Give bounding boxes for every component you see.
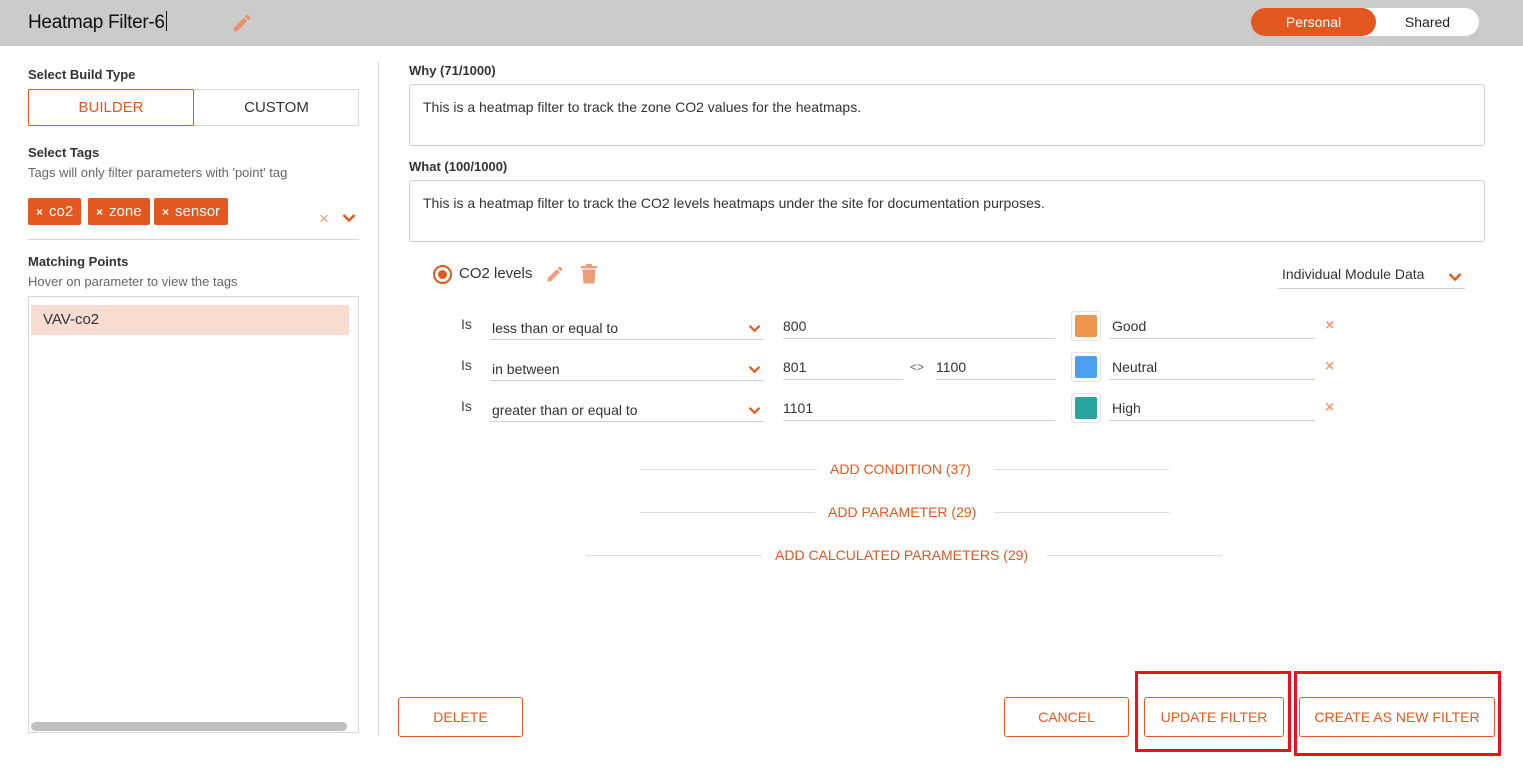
condition-operator-value: in between: [492, 361, 560, 377]
color-swatch: [1075, 315, 1097, 337]
data-source-select[interactable]: Individual Module Data: [1278, 263, 1465, 289]
select-tags-label: Select Tags: [28, 145, 100, 160]
condition-operator-select[interactable]: greater than or equal to: [490, 394, 764, 422]
what-label: What (100/1000): [409, 159, 508, 174]
text-caret: [165, 11, 167, 31]
build-type-segmented: BUILDER CUSTOM: [28, 89, 359, 126]
chevron-down-icon: [748, 407, 761, 415]
parameter-name: CO2 levels: [459, 265, 533, 282]
color-picker[interactable]: [1071, 352, 1101, 382]
filter-title[interactable]: Heatmap Filter-6: [28, 11, 167, 34]
condition-value-input[interactable]: 800: [783, 311, 1055, 339]
divider-line: [1047, 555, 1222, 556]
why-label: Why (71/1000): [409, 63, 496, 78]
condition-label-input[interactable]: Neutral: [1110, 352, 1315, 380]
data-source-value: Individual Module Data: [1282, 266, 1425, 282]
select-tags-hint: Tags will only filter parameters with 'p…: [28, 165, 288, 180]
color-picker[interactable]: [1071, 393, 1101, 423]
pencil-icon[interactable]: [545, 264, 565, 284]
condition-is-label: Is: [461, 357, 472, 373]
toggle-shared-option[interactable]: Shared: [1376, 8, 1479, 36]
condition-operator-value: less than or equal to: [492, 320, 619, 336]
clear-tags-icon[interactable]: ×: [319, 209, 329, 229]
add-parameter-link[interactable]: ADD PARAMETER (29): [828, 504, 976, 520]
close-icon[interactable]: ×: [1325, 317, 1334, 335]
condition-max-input[interactable]: 1100: [936, 352, 1056, 380]
build-type-label: Select Build Type: [28, 67, 136, 82]
tag-chip-label: zone: [109, 203, 142, 220]
divider-line: [641, 469, 817, 470]
condition-min-input[interactable]: 801: [783, 352, 903, 380]
condition-is-label: Is: [461, 398, 472, 414]
list-item[interactable]: VAV-co2: [31, 305, 349, 335]
condition-operator-select[interactable]: in between: [490, 353, 764, 381]
highlight-box-update: [1135, 671, 1291, 752]
panel-divider: [378, 62, 379, 736]
color-swatch: [1075, 356, 1097, 378]
cancel-button[interactable]: CANCEL: [1004, 697, 1129, 737]
trash-icon[interactable]: [580, 264, 598, 284]
divider-line: [994, 469, 1169, 470]
toggle-personal-option[interactable]: Personal: [1251, 8, 1376, 36]
divider-line: [640, 512, 815, 513]
chevron-down-icon: [748, 366, 761, 374]
color-picker[interactable]: [1071, 311, 1101, 341]
tag-remove-icon[interactable]: ×: [96, 205, 103, 219]
condition-operator-value: greater than or equal to: [492, 402, 638, 418]
add-condition-link[interactable]: ADD CONDITION (37): [830, 461, 971, 477]
condition-operator-select[interactable]: less than or equal to: [490, 312, 764, 340]
what-textarea[interactable]: This is a heatmap filter to track the CO…: [409, 180, 1485, 242]
delete-button[interactable]: DELETE: [398, 697, 523, 737]
builder-option-button[interactable]: BUILDER: [28, 89, 194, 126]
filter-title-text[interactable]: Heatmap Filter-6: [28, 12, 165, 33]
close-icon[interactable]: ×: [1325, 358, 1334, 376]
color-swatch: [1075, 397, 1097, 419]
custom-option-button[interactable]: CUSTOM: [194, 90, 359, 125]
chevron-down-icon: [1448, 273, 1462, 282]
parameter-radio[interactable]: [433, 265, 452, 284]
pencil-icon[interactable]: [231, 12, 253, 34]
condition-is-label: Is: [461, 316, 472, 332]
horizontal-scrollbar[interactable]: [31, 722, 347, 731]
tag-chip-label: co2: [49, 203, 74, 220]
close-icon[interactable]: ×: [1325, 399, 1334, 417]
tag-chip-label: sensor: [175, 203, 221, 220]
tag-chip-sensor: × sensor: [154, 198, 229, 225]
range-separator: <>: [910, 360, 925, 374]
tags-input-underline: [28, 239, 359, 240]
visibility-toggle: Personal Shared: [1251, 8, 1479, 36]
tag-chip-co2: × co2: [28, 198, 82, 225]
tag-remove-icon[interactable]: ×: [162, 205, 169, 219]
condition-label-input[interactable]: Good: [1110, 311, 1315, 339]
matching-points-hint: Hover on parameter to view the tags: [28, 274, 238, 289]
chevron-down-icon: [748, 325, 761, 333]
tag-remove-icon[interactable]: ×: [36, 205, 43, 219]
chevron-down-icon[interactable]: [342, 213, 356, 223]
why-textarea[interactable]: This is a heatmap filter to track the zo…: [409, 84, 1485, 146]
matching-points-label: Matching Points: [28, 254, 129, 269]
tag-chip-zone: × zone: [88, 198, 150, 225]
divider-line: [994, 512, 1169, 513]
matching-points-list: VAV-co2: [28, 296, 359, 733]
header-bar: Heatmap Filter-6 Personal Shared: [0, 0, 1523, 46]
add-calculated-parameters-link[interactable]: ADD CALCULATED PARAMETERS (29): [775, 547, 1028, 563]
highlight-box-create: [1294, 671, 1501, 756]
condition-label-input[interactable]: High: [1110, 393, 1315, 421]
divider-line: [586, 555, 762, 556]
condition-value-input[interactable]: 1101: [783, 393, 1055, 421]
